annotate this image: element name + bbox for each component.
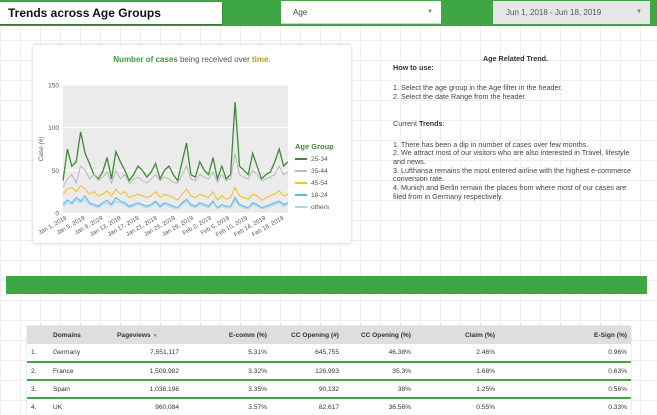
cell-ecomm: 3.57% (248, 403, 267, 411)
chart-card: Number of cases being received over time… (33, 45, 351, 243)
cell-pageviews: 960,084 (155, 403, 179, 411)
trend-item: 4. Munich and Berlin remain the places f… (393, 183, 627, 201)
cell-ecomm: 5.31% (248, 349, 267, 356)
cell-esign: 0.56% (608, 385, 627, 393)
current-trends-prefix: Current (393, 118, 419, 128)
cell-esign: 0.63% (608, 367, 627, 375)
legend-label: 25-34 (311, 156, 328, 163)
table-row[interactable]: 2. France 1,509,982 3.32% 126,993 35.3% … (27, 362, 631, 380)
table-row[interactable]: 1. Germany 7,551,117 5.31% 645,755 46.38… (27, 344, 631, 362)
cell-pageviews: 7,551,117 (150, 349, 179, 356)
section-divider-band (6, 276, 647, 294)
cell-cc-opening-pct: 38% (397, 385, 411, 393)
date-range-dropdown[interactable]: Jun 1, 2018 - Jun 18, 2019 ▼ (493, 1, 650, 24)
cell-cc-opening-pct: 36.56% (388, 403, 411, 411)
line-chart: 050100150Case (#)Jan 1, 2019Jan 5, 2019J… (38, 83, 334, 239)
column-header-cc-opening-pct[interactable]: CC Opening (%) (343, 326, 415, 344)
column-header-domains[interactable]: Domains (49, 326, 113, 344)
column-header-pageviews-label: Pageviews (117, 331, 151, 339)
age-filter-label: Age (293, 8, 308, 17)
cell-claim: 2.46% (476, 349, 495, 356)
cell-claim: 1.68% (476, 367, 495, 375)
table-row[interactable]: 4. UK 960,084 3.57% 82,617 36.56% 0.55% … (27, 398, 631, 415)
y-axis-label: Case (#) (38, 137, 45, 162)
info-panel: Age Related Trend. How to use: 1. Select… (393, 54, 638, 201)
y-tick-label: 150 (48, 83, 59, 90)
legend-title: Age Group (295, 142, 334, 151)
how-to-use-item: 2. Select the date Range from the header… (393, 92, 527, 102)
current-trends-suffix: : (442, 118, 445, 128)
date-range-label: Jun 1, 2018 - Jun 18, 2019 (506, 8, 602, 17)
cell-domain: France (53, 367, 74, 375)
cell-cc-opening-pct: 46.38% (388, 349, 411, 356)
current-trends-label: Current Trends: (393, 118, 638, 129)
column-header-esign[interactable]: E-Sign (%) (499, 326, 631, 344)
cell-esign: 0.33% (608, 403, 627, 411)
cell-domain: UK (53, 403, 63, 411)
row-index: 2. (31, 367, 37, 375)
chevron-down-icon: ▼ (427, 9, 433, 15)
current-trends-bold: Trends (418, 118, 443, 128)
cell-claim: 1.25% (476, 385, 495, 393)
cell-esign: 0.96% (608, 349, 627, 356)
cell-cc-opening-count: 645,755 (315, 349, 339, 356)
cell-cc-opening-count: 90,132 (318, 385, 339, 393)
column-header-cc-opening-count[interactable]: CC Opening (#) (271, 326, 343, 344)
cell-cc-opening-count: 126,993 (315, 367, 339, 375)
domains-table: Domains Pageviews ▼ E-comm (%) CC Openin… (27, 326, 631, 415)
cell-cc-opening-pct: 35.3% (392, 367, 411, 375)
cell-ecomm: 3.32% (248, 367, 267, 375)
age-filter-dropdown[interactable]: Age ▼ (281, 1, 441, 24)
table-header-row: Domains Pageviews ▼ E-comm (%) CC Openin… (27, 326, 631, 344)
cell-pageviews: 1,509,982 (149, 367, 179, 375)
trend-item: 3. Lufthansa remains the most entered ai… (393, 165, 632, 184)
y-tick-label: 100 (48, 125, 59, 132)
row-index: 1. (31, 349, 37, 356)
legend-label: 35-44 (311, 168, 328, 175)
y-tick-label: 0 (55, 211, 59, 218)
row-index: 3. (31, 385, 37, 393)
legend-label: 45-54 (311, 180, 328, 187)
legend-label: 18-24 (311, 192, 328, 199)
chevron-down-icon: ▼ (636, 9, 642, 15)
cell-pageviews: 1,038,196 (149, 385, 179, 393)
cell-domain: Spain (53, 385, 70, 393)
cell-domain: Germany (53, 349, 81, 356)
column-header-pageviews[interactable]: Pageviews ▼ (113, 326, 183, 344)
y-tick-label: 50 (52, 168, 60, 175)
row-index: 4. (31, 403, 37, 411)
cell-cc-opening-count: 82,617 (318, 403, 339, 411)
cell-ecomm: 3.35% (248, 385, 267, 393)
legend-label: others (311, 204, 330, 211)
column-header-ecomm[interactable]: E-comm (%) (183, 326, 271, 344)
column-header-claim[interactable]: Claim (%) (415, 326, 499, 344)
domains-table-card: Domains Pageviews ▼ E-comm (%) CC Openin… (27, 326, 631, 415)
trend-item: 2. We attract most of our visitors who a… (393, 148, 630, 166)
page-title: Trends across Age Groups (0, 2, 222, 24)
index-header (27, 326, 49, 344)
table-row[interactable]: 3. Spain 1,038,196 3.35% 90,132 38% 1.25… (27, 380, 631, 398)
sort-desc-icon: ▼ (152, 332, 158, 339)
cell-claim: 0.55% (476, 403, 495, 411)
how-to-use-label: How to use: (393, 62, 434, 72)
